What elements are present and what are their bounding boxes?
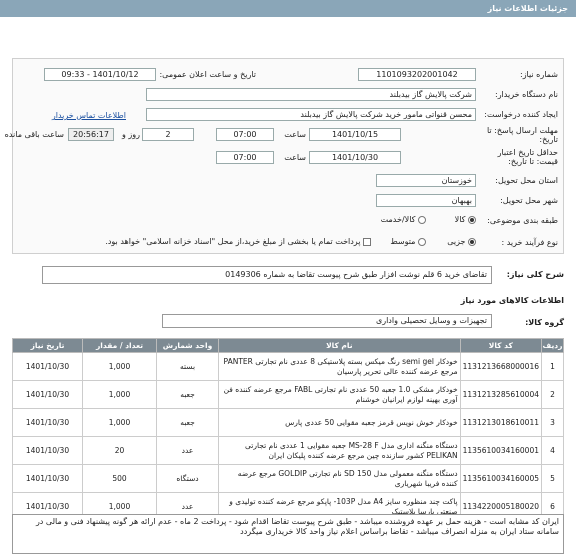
header-item-name: نام کالا: [218, 338, 461, 353]
item-name: خودکار semi gel رنگ میکس بسته پلاستیکی 8…: [218, 352, 461, 381]
table-row: 3 1131213018610011 خودکار خوش نویس قرمز …: [12, 408, 564, 437]
summary-box: تقاضای خرید 6 قلم نوشت افزار طبق شرح پیو…: [42, 266, 492, 284]
item-need-date: 1401/10/30: [12, 464, 83, 493]
item-code: 1131213018610011: [459, 408, 543, 437]
process-partial-text: جزیی: [447, 237, 466, 246]
item-quantity: 500: [82, 464, 157, 493]
category-goods-radio[interactable]: [468, 215, 476, 224]
need-number-field: 1101093202001042: [358, 68, 476, 81]
goods-info-title: اطلاعات کالاهای مورد نیاز: [460, 296, 564, 305]
item-name: دستگاه منگنه معمولی مدل SD 150 نام تجارت…: [218, 464, 461, 493]
row-number: 3: [541, 408, 564, 437]
category-goods-service-text: کالا/خدمت: [380, 215, 416, 224]
item-code: 1131213668000016: [459, 352, 543, 381]
treasury-payment-checkbox[interactable]: [363, 237, 371, 246]
process-medium-radio[interactable]: [418, 237, 426, 246]
announce-label: تاریخ و ساعت اعلان عمومی:: [159, 70, 256, 79]
header-item-code: کد کالا: [459, 338, 543, 353]
page-title-bar: جزئیات اطلاعات نیاز: [0, 0, 576, 17]
goods-table: ردیف کد کالا نام کالا واحد شمارش تعداد /…: [12, 338, 564, 521]
buyer-notes: ایران کد مشابه است - هزینه حمل بر عهده ف…: [12, 514, 564, 554]
deadline-label: مهلت ارسال پاسخ: تا تاریخ:: [486, 126, 558, 144]
item-need-date: 1401/10/30: [12, 380, 83, 409]
buyer-field: شرکت پالایش گاز بیدبلند: [146, 88, 476, 101]
process-medium-text: متوسط: [390, 237, 416, 246]
item-unit: جعبه: [156, 408, 219, 437]
item-need-date: 1401/10/30: [12, 352, 83, 381]
buyer-label: نام دستگاه خریدار:: [495, 90, 558, 99]
item-unit: دستگاه: [156, 464, 219, 493]
category-label: طبقه بندی موضوعی:: [487, 216, 558, 225]
table-row: 5 1135610034160005 دستگاه منگنه معمولی م…: [12, 464, 564, 493]
remaining-label: ساعت باقی مانده: [4, 130, 64, 139]
days-field: 2: [142, 128, 194, 141]
category-goods-service-option[interactable]: کالا/خدمت: [381, 215, 426, 224]
table-header-row: ردیف کد کالا نام کالا واحد شمارش تعداد /…: [12, 338, 564, 353]
item-quantity: 1,000: [82, 408, 157, 437]
item-code: 1135610034160001: [459, 436, 543, 465]
category-goods-option[interactable]: کالا: [455, 215, 476, 224]
process-label: نوع فرآیند خرید :: [501, 238, 558, 247]
item-quantity: 1,000: [82, 352, 157, 381]
row-number: 4: [541, 436, 564, 465]
city-label: شهر محل تحویل:: [500, 196, 558, 205]
treasury-payment-text: پرداخت تمام یا بخشی از مبلغ خرید،از محل …: [105, 237, 361, 246]
deadline-time-label: ساعت: [284, 130, 306, 139]
item-unit: عدد: [156, 436, 219, 465]
item-name: خودکار خوش نویس قرمز جعبه مقوایی 50 عددی…: [218, 408, 461, 437]
process-medium-option[interactable]: متوسط: [390, 237, 426, 246]
validity-label: حداقل تاریخ اعتبار قیمت: تا تاریخ:: [497, 148, 558, 166]
province-label: استان محل تحویل:: [495, 176, 558, 185]
validity-time-label: ساعت: [284, 153, 306, 162]
goods-group-field: تجهیزات و وسایل تحصیلی واداری: [162, 314, 492, 328]
process-partial-option[interactable]: جزیی: [447, 237, 476, 246]
validity-date-field: 1401/10/30: [309, 151, 401, 164]
treasury-payment-option[interactable]: پرداخت تمام یا بخشی از مبلغ خرید،از محل …: [105, 237, 371, 246]
header-quantity: تعداد / مقدار: [82, 338, 157, 353]
item-name: خودکار مشکی 1.0 جعبه 50 عددی نام تجارتی …: [218, 380, 461, 409]
header-need-date: تاریخ نیاز: [12, 338, 83, 353]
page-title: جزئیات اطلاعات نیاز: [487, 4, 568, 13]
item-name: دستگاه منگنه اداری مدل MS-28 F جعبه مقوا…: [218, 436, 461, 465]
table-row: 2 1131213285610004 خودکار مشکی 1.0 جعبه …: [12, 380, 564, 409]
row-number: 1: [541, 352, 564, 381]
remaining-time-field: 20:56:17: [68, 128, 114, 141]
header-row-number: ردیف: [541, 338, 564, 353]
table-row: 4 1135610034160001 دستگاه منگنه اداری مد…: [12, 436, 564, 465]
buyer-contact-link[interactable]: اطلاعات تماس خریدار: [52, 111, 126, 120]
item-unit: جعبه: [156, 380, 219, 409]
item-quantity: 20: [82, 436, 157, 465]
validity-time-field: 07:00: [216, 151, 274, 164]
announce-field: 1401/10/12 - 09:33: [44, 68, 156, 81]
process-partial-radio[interactable]: [468, 237, 476, 246]
header-unit: واحد شمارش: [156, 338, 219, 353]
item-need-date: 1401/10/30: [12, 408, 83, 437]
province-field: خوزستان: [376, 174, 476, 187]
category-goods-service-radio[interactable]: [418, 215, 426, 224]
row-number: 5: [541, 464, 564, 493]
row-number: 2: [541, 380, 564, 409]
need-number-label: شماره نیاز:: [520, 70, 558, 79]
city-field: بهبهان: [376, 194, 476, 207]
item-quantity: 1,000: [82, 380, 157, 409]
item-unit: بسته: [156, 352, 219, 381]
creator-label: ایجاد کننده درخواست:: [484, 110, 558, 119]
summary-label: شرح کلی نیاز:: [506, 270, 564, 279]
item-code: 1131213285610004: [459, 380, 543, 409]
deadline-time-field: 07:00: [216, 128, 274, 141]
table-row: 1 1131213668000016 خودکار semi gel رنگ م…: [12, 352, 564, 381]
goods-group-label: گروه کالا:: [525, 318, 564, 327]
days-label: روز و: [122, 130, 140, 139]
item-code: 1135610034160005: [459, 464, 543, 493]
creator-field: محسن قنواتی مامور خرید شرکت پالایش گاز ب…: [146, 108, 476, 121]
deadline-date-field: 1401/10/15: [309, 128, 401, 141]
item-need-date: 1401/10/30: [12, 436, 83, 465]
category-goods-text: کالا: [454, 215, 466, 224]
